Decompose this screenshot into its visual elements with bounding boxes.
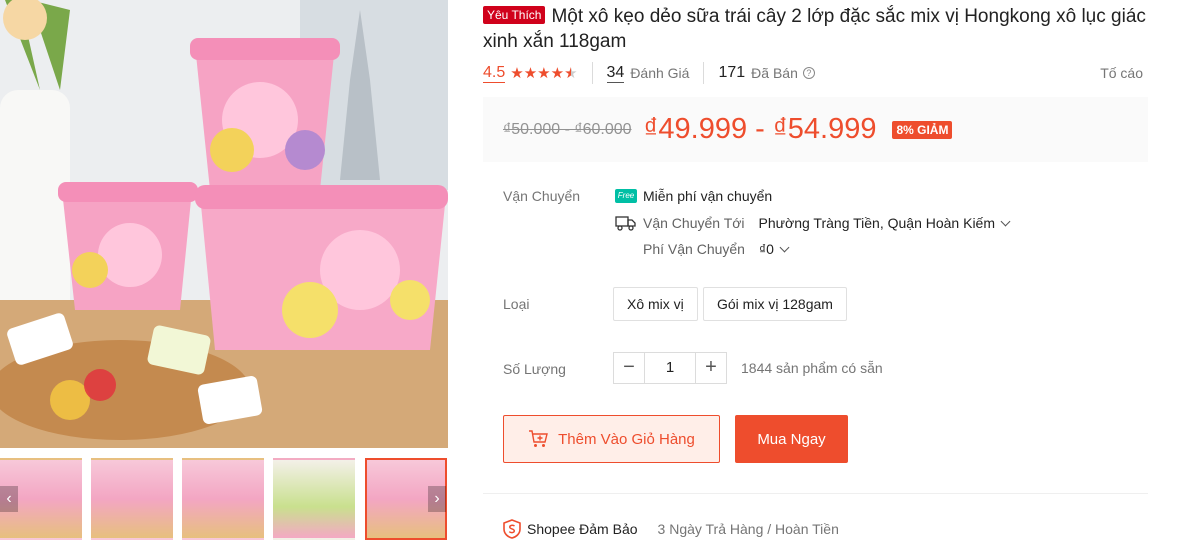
variant-option-pack[interactable]: Gói mix vị 128gam (703, 287, 847, 321)
decrement-button[interactable]: − (613, 352, 645, 384)
sold-label: Đã Bán (751, 65, 798, 81)
ship-fee-value[interactable]: ₫0 (759, 241, 774, 257)
price-box: ₫50.000 - ₫60.000 ₫49.999 - ₫54.999 8% G… (483, 97, 1148, 162)
thumbnail-3[interactable] (182, 458, 264, 540)
add-to-cart-label: Thêm Vào Giỏ Hàng (558, 430, 695, 448)
thumbnail-next-arrow[interactable]: › (428, 486, 446, 512)
favorite-badge: Yêu Thích (483, 6, 546, 24)
review-count[interactable]: 34 (606, 64, 625, 83)
increment-button[interactable]: + (695, 352, 727, 384)
shield-icon (503, 519, 521, 539)
free-shipping-text: Miễn phí vận chuyển (643, 188, 773, 204)
free-shipping-line: Free Miễn phí vận chuyển (615, 188, 772, 204)
divider (703, 62, 705, 84)
help-circle-icon[interactable]: ? (802, 67, 815, 79)
truck-icon (615, 216, 636, 231)
chevron-down-icon[interactable] (779, 242, 790, 252)
add-to-cart-button[interactable]: Thêm Vào Giỏ Hàng (503, 415, 720, 463)
guarantee-title: Shopee Đảm Bảo (527, 521, 638, 537)
variant-option-bucket[interactable]: Xô mix vị (613, 287, 698, 321)
product-main-image[interactable] (0, 0, 448, 448)
original-price: ₫50.000 - ₫60.000 (503, 120, 632, 138)
thumbnail-2[interactable] (91, 458, 173, 540)
thumbnail-4[interactable] (273, 458, 355, 540)
candy-bucket-photo (0, 0, 448, 448)
ship-to-line: Vận Chuyển Tới Phường Tràng Tiền, Quận H… (615, 215, 1011, 231)
product-title-row: Yêu Thích Một xô kẹo dẻo sữa trái cây 2 l… (483, 4, 1148, 54)
star-icon: ★ (550, 65, 565, 82)
half-star-icon: ★ (564, 65, 578, 82)
rating-row: 4.5 ★ ★ ★ ★ ★ 34 Đánh Giá 171 Đã Bán ? T… (483, 62, 1143, 84)
ship-fee-line: Phí Vận Chuyển ₫0 (643, 241, 790, 257)
thumbnail-prev-arrow[interactable]: ‹ (0, 486, 18, 512)
shipping-label: Vận Chuyển (503, 188, 581, 204)
stock-text: 1844 sản phẩm có sẵn (741, 360, 883, 376)
current-price: ₫49.999 - ₫54.999 (643, 113, 877, 145)
quantity-label: Số Lượng (503, 361, 566, 377)
product-title: Một xô kẹo dẻo sữa trái cây 2 lớp đặc sắ… (483, 6, 1146, 52)
star-icon: ★ (523, 65, 538, 82)
report-link[interactable]: Tố cáo (1100, 65, 1143, 81)
discount-badge: 8% GIẢM (892, 120, 953, 139)
chevron-down-icon[interactable] (1000, 216, 1011, 226)
ship-fee-label: Phí Vận Chuyển (643, 241, 745, 257)
free-shipping-icon: Free (615, 189, 637, 203)
ship-to-label: Vận Chuyển Tới (643, 215, 745, 231)
variant-label: Loại (503, 296, 530, 312)
quantity-input[interactable]: 1 (645, 352, 695, 384)
divider (591, 62, 593, 84)
review-label: Đánh Giá (630, 65, 690, 81)
star-icon: ★ (510, 65, 524, 82)
rating-score[interactable]: 4.5 (483, 64, 506, 83)
section-divider (483, 493, 1148, 494)
sold-count: 171 (718, 64, 746, 81)
quantity-stepper: − 1 + 1844 sản phẩm có sẵn (613, 352, 883, 384)
star-icon: ★ (537, 65, 551, 82)
guarantee-row[interactable]: Shopee Đảm Bảo 3 Ngày Trả Hàng / Hoàn Ti… (503, 519, 839, 539)
ship-to-value[interactable]: Phường Tràng Tiền, Quận Hoàn Kiếm (759, 215, 995, 231)
rating-stars: ★ ★ ★ ★ ★ (510, 64, 577, 82)
guarantee-text: 3 Ngày Trả Hàng / Hoàn Tiền (657, 521, 839, 537)
thumbnail-strip: ‹ › (0, 456, 448, 542)
buy-now-button[interactable]: Mua Ngay (735, 415, 848, 463)
add-to-cart-icon (529, 430, 549, 447)
